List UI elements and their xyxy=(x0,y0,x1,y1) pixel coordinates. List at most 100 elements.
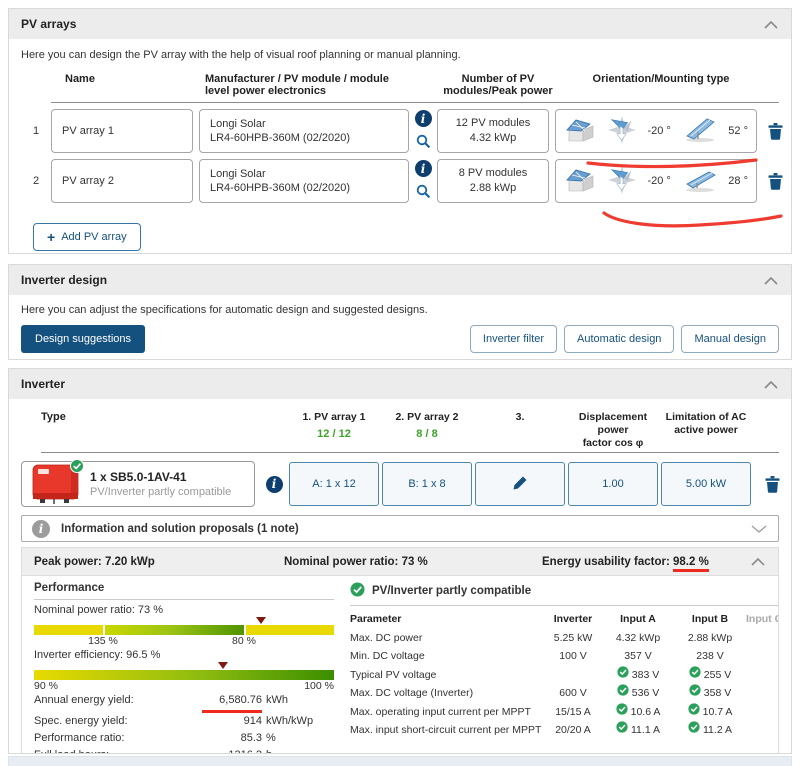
array2-module-count: 8 / 8 xyxy=(416,428,438,440)
inverter-design-panel-header[interactable]: Inverter design xyxy=(9,265,791,295)
chevron-up-icon[interactable] xyxy=(750,557,766,566)
delete-inverter-icon[interactable] xyxy=(762,475,782,493)
inverter-design-panel: Inverter design Here you can adjust the … xyxy=(8,264,792,360)
module-value: LR4-60HPB-360M (02/2020) xyxy=(210,182,351,194)
tilt-panel-icon xyxy=(683,167,717,195)
inverter-device-image xyxy=(30,459,84,505)
edit-input-button[interactable] xyxy=(475,462,565,506)
inverter-design-title: Inverter design xyxy=(21,273,108,287)
inverter-row: 1 x SB5.0-1AV-41 PV/Inverter partly comp… xyxy=(21,459,782,507)
row-index: 1 xyxy=(33,125,40,137)
perf-row: Annual energy yield: 6,580.76 kWh xyxy=(34,692,334,713)
check-icon xyxy=(617,684,629,703)
inverter-unit-box[interactable]: 1 x SB5.0-1AV-41 PV/Inverter partly comp… xyxy=(21,459,255,507)
array-name-field[interactable]: PV array 2 xyxy=(51,159,193,203)
add-pv-array-button[interactable]: + Add PV array xyxy=(33,223,141,251)
peak-power: 2.88 kWp xyxy=(469,182,517,194)
array-name-value: PV array 2 xyxy=(62,175,114,187)
delete-array-icon[interactable] xyxy=(765,122,785,140)
add-pv-array-label: Add PV array xyxy=(61,231,127,243)
modules-field[interactable]: 8 PV modules 2.88 kWp xyxy=(437,159,549,203)
input-b-button[interactable]: B: 1 x 8 xyxy=(382,462,472,506)
modules-count: 12 PV modules xyxy=(455,117,531,129)
info-icon[interactable]: i xyxy=(414,160,432,177)
manufacturer-value: Longi Solar xyxy=(210,168,266,180)
next-panel-strip xyxy=(8,756,792,766)
module-field[interactable]: Longi Solar LR4-60HPB-360M (02/2020) xyxy=(199,159,409,203)
ac-limit-button[interactable]: 5.00 kW xyxy=(661,462,751,506)
inverter-table-header: Type 1. PV array 1 12 / 12 2. PV array 2… xyxy=(21,407,779,450)
col-pv-array-2: 2. PV array 2 8 / 8 xyxy=(382,407,472,441)
manual-design-button[interactable]: Manual design xyxy=(681,325,779,353)
inverter-panel-header[interactable]: Inverter xyxy=(9,369,791,399)
check-badge-icon xyxy=(70,459,84,476)
orientation-field[interactable]: -20 ° 28 ° xyxy=(555,159,757,203)
performance-heading: Performance xyxy=(34,582,334,600)
delete-array-icon[interactable] xyxy=(765,172,785,190)
azimuth-value: -20 ° xyxy=(647,125,671,137)
chevron-down-icon[interactable] xyxy=(750,524,768,534)
chevron-up-icon[interactable] xyxy=(763,380,779,389)
info-icon[interactable]: i xyxy=(414,110,432,127)
check-icon xyxy=(689,684,701,703)
col-ac-limit: Limitation of AC active power xyxy=(665,411,747,436)
compass-azimuth-icon xyxy=(607,115,636,147)
inverter-model: 1 x SB5.0-1AV-41 xyxy=(90,469,187,484)
cos-phi-button[interactable]: 1.00 xyxy=(568,462,658,506)
col-type: Type xyxy=(41,411,66,423)
information-proposals-bar[interactable]: i Information and solution proposals (1 … xyxy=(21,515,779,542)
energy-usability-value: 98.2 % xyxy=(673,555,709,572)
col-3: 3. xyxy=(515,411,525,423)
module-field[interactable]: Longi Solar LR4-60HPB-360M (02/2020) xyxy=(199,109,409,153)
inverter-compat-status: PV/Inverter partly compatible xyxy=(90,485,232,498)
nominal-ratio-gauge xyxy=(34,617,334,635)
design-suggestions-button[interactable]: Design suggestions xyxy=(21,325,146,353)
compat-heading: PV/Inverter partly compatible xyxy=(372,585,532,597)
energy-usability-summary: Energy usability factor: 98.2 % xyxy=(542,555,709,572)
efficiency-label: Inverter efficiency: 96.5 % xyxy=(34,649,161,661)
compatibility-section: PV/Inverter partly compatible Parameter … xyxy=(350,582,779,753)
inverter-title: Inverter xyxy=(21,377,66,391)
chevron-up-icon[interactable] xyxy=(763,20,779,29)
magnifier-icon[interactable] xyxy=(416,184,431,202)
compat-header-row: Parameter Inverter Input A Input B Input… xyxy=(350,613,779,625)
automatic-design-button[interactable]: Automatic design xyxy=(564,325,675,353)
pv-arrays-panel-header[interactable]: PV arrays xyxy=(9,9,791,39)
header-rule xyxy=(51,102,779,103)
nominal-ratio-label: Nominal power ratio: 73 % xyxy=(34,604,164,616)
roof-house-icon xyxy=(564,166,596,196)
performance-section: Performance Nominal power ratio: 73 % 13… xyxy=(34,582,334,753)
array-name-value: PV array 1 xyxy=(62,125,114,137)
gauge-tick: 90 % xyxy=(34,680,58,692)
annual-yield-value: 6,580.76 xyxy=(202,692,262,713)
input-a-button[interactable]: A: 1 x 12 xyxy=(289,462,379,506)
pencil-icon xyxy=(512,475,528,494)
array1-module-count: 12 / 12 xyxy=(317,428,351,440)
magnifier-icon[interactable] xyxy=(416,134,431,152)
row-index: 2 xyxy=(33,175,40,187)
perf-row: Spec. energy yield: 914 kWh/kWp xyxy=(34,715,314,727)
chevron-up-icon[interactable] xyxy=(763,276,779,285)
compat-row: Max. DC power 5.25 kW 4.32 kWp 2.88 kWp xyxy=(350,631,733,644)
roof-house-icon xyxy=(564,116,596,146)
compat-row: Typical PV voltage 383 V 255 V xyxy=(350,665,778,685)
inverter-filter-button[interactable]: Inverter filter xyxy=(469,325,558,353)
orientation-field[interactable]: -20 ° 52 ° xyxy=(555,109,757,153)
pv-array-row: 2 PV array 2 Longi Solar LR4-60HPB-360M … xyxy=(33,159,782,203)
results-detail: Performance Nominal power ratio: 73 % 13… xyxy=(21,576,779,753)
info-icon[interactable]: i xyxy=(265,475,283,493)
gauge-tick: 135 % xyxy=(88,635,118,647)
pv-arrays-title: PV arrays xyxy=(21,17,77,31)
results-summary-bar[interactable]: Peak power: 7.20 kWp Nominal power ratio… xyxy=(21,547,779,576)
nominal-ratio-summary: Nominal power ratio: 73 % xyxy=(284,555,428,568)
check-icon xyxy=(689,665,701,685)
information-proposals-label: Information and solution proposals (1 no… xyxy=(61,522,299,535)
check-circle-icon xyxy=(350,582,365,600)
compat-row: Max. operating input current per MPPT 15… xyxy=(350,702,778,722)
pv-array-row: 1 PV array 1 Longi Solar LR4-60HPB-360M … xyxy=(33,109,782,153)
array-name-field[interactable]: PV array 1 xyxy=(51,109,193,153)
col-orientation: Orientation/Mounting type xyxy=(592,73,730,85)
compat-row: Min. DC voltage 100 V 357 V 238 V xyxy=(350,650,724,662)
modules-field[interactable]: 12 PV modules 4.32 kWp xyxy=(437,109,549,153)
plus-icon: + xyxy=(47,229,56,245)
